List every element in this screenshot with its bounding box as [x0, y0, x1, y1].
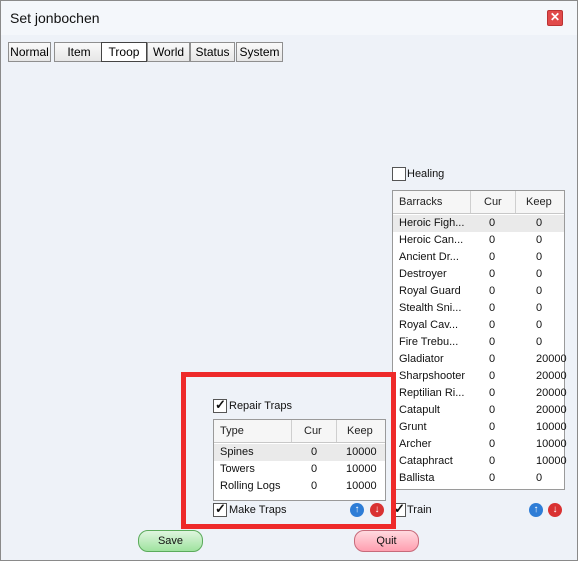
- barracks-row[interactable]: Sharpshooter 0 20000: [393, 368, 567, 385]
- barracks-name-cell: Gladiator: [399, 353, 444, 365]
- barracks-keep-cell[interactable]: 10000: [536, 419, 567, 436]
- barracks-row[interactable]: Destroyer 0 0: [393, 266, 564, 283]
- barracks-keep-cell[interactable]: 0: [536, 283, 542, 300]
- barracks-name-cell: Reptilian Ri...: [399, 387, 465, 399]
- barracks-keep-cell[interactable]: 0: [536, 317, 542, 334]
- healing-label: Healing: [407, 168, 445, 180]
- barracks-column-header: Barracks: [399, 196, 443, 208]
- barracks-table: Barracks Cur Keep Heroic Figh... 0 0 Heroic…: [392, 190, 567, 490]
- barracks-cur-cell: 0: [489, 234, 496, 246]
- barracks-keep-cell[interactable]: 0: [536, 215, 542, 232]
- barracks-name-cell: Royal Cav...: [399, 319, 459, 331]
- column-divider: [515, 191, 516, 213]
- barracks-name-cell: Royal Guard: [399, 285, 461, 297]
- barracks-row[interactable]: Ancient Dr... 0 0: [393, 249, 564, 266]
- barracks-name-cell: Destroyer: [399, 268, 447, 280]
- barracks-keep-cell[interactable]: 0: [536, 232, 542, 249]
- barracks-cur-cell: 0: [489, 268, 496, 280]
- barracks-cur-cell: 0: [489, 251, 496, 263]
- tab-system[interactable]: System: [236, 42, 283, 62]
- barracks-keep-cell[interactable]: 20000: [536, 368, 567, 385]
- barracks-row[interactable]: Reptilian Ri... 0 20000: [393, 385, 567, 402]
- tab-item[interactable]: Item: [54, 42, 104, 62]
- barracks-row[interactable]: Ballista 0 0: [393, 470, 564, 487]
- quit-button[interactable]: Quit: [354, 530, 419, 552]
- close-icon[interactable]: ✕: [547, 10, 563, 26]
- move-down-icon[interactable]: ↓: [548, 503, 562, 517]
- barracks-name-cell: Heroic Figh...: [399, 217, 465, 229]
- barracks-row[interactable]: Archer 0 10000: [393, 436, 567, 453]
- barracks-row[interactable]: Gladiator 0 20000: [393, 351, 567, 368]
- tab-normal[interactable]: Normal: [8, 42, 51, 62]
- barracks-cur-cell: 0: [489, 336, 496, 348]
- barracks-row[interactable]: Catapult 0 20000: [393, 402, 567, 419]
- barracks-name-cell: Cataphract: [399, 455, 453, 467]
- barracks-keep-cell[interactable]: 0: [536, 300, 542, 317]
- tab-world[interactable]: World: [147, 42, 190, 62]
- highlight-box: [181, 372, 396, 529]
- barracks-keep-cell[interactable]: 20000: [536, 351, 567, 368]
- barracks-cur-cell: 0: [489, 302, 496, 314]
- barracks-keep-cell[interactable]: 20000: [536, 385, 567, 402]
- tab-troop[interactable]: Troop: [101, 42, 147, 62]
- barracks-cur-cell: 0: [489, 285, 496, 297]
- barracks-keep-cell[interactable]: 10000: [536, 453, 567, 470]
- barracks-row[interactable]: Cataphract 0 10000: [393, 453, 567, 470]
- barracks-cur-cell: 0: [489, 353, 496, 365]
- barracks-row[interactable]: Heroic Can... 0 0: [393, 232, 564, 249]
- barracks-name-cell: Sharpshooter: [399, 370, 466, 382]
- barracks-row[interactable]: Heroic Figh... 0 0: [393, 215, 564, 232]
- barracks-name-cell: Ancient Dr...: [399, 251, 459, 263]
- barracks-keep-cell[interactable]: 10000: [536, 436, 567, 453]
- barracks-cur-cell: 0: [489, 404, 496, 416]
- barracks-cur-cell: 0: [489, 319, 496, 331]
- cur-column-header: Cur: [484, 196, 502, 208]
- barracks-row[interactable]: Grunt 0 10000: [393, 419, 567, 436]
- keep-column-header: Keep: [526, 196, 552, 208]
- barracks-keep-cell[interactable]: 20000: [536, 402, 567, 419]
- barracks-name-cell: Stealth Sni...: [399, 302, 462, 314]
- barracks-name-cell: Heroic Can...: [399, 234, 464, 246]
- barracks-row[interactable]: Stealth Sni... 0 0: [393, 300, 564, 317]
- barracks-name-cell: Fire Trebu...: [399, 336, 459, 348]
- move-up-icon[interactable]: ↑: [529, 503, 543, 517]
- barracks-row[interactable]: Fire Trebu... 0 0: [393, 334, 564, 351]
- window-title: Set jonbochen: [10, 10, 100, 26]
- barracks-cur-cell: 0: [489, 438, 496, 450]
- barracks-keep-cell[interactable]: 0: [536, 334, 542, 351]
- barracks-name-cell: Archer: [399, 438, 432, 450]
- barracks-name-cell: Ballista: [399, 472, 435, 484]
- barracks-row[interactable]: Royal Cav... 0 0: [393, 317, 564, 334]
- barracks-keep-cell[interactable]: 0: [536, 470, 542, 487]
- barracks-cur-cell: 0: [489, 370, 496, 382]
- barracks-keep-cell[interactable]: 0: [536, 266, 542, 283]
- barracks-name-cell: Catapult: [399, 404, 440, 416]
- train-label: Train: [407, 504, 432, 516]
- title-bar: Set jonbochen ✕: [1, 1, 577, 35]
- save-button[interactable]: Save: [138, 530, 203, 552]
- barracks-cur-cell: 0: [489, 455, 496, 467]
- tab-status[interactable]: Status: [190, 42, 235, 62]
- healing-checkbox[interactable]: [392, 167, 406, 181]
- barracks-name-cell: Grunt: [399, 421, 427, 433]
- barracks-row[interactable]: Royal Guard 0 0: [393, 283, 564, 300]
- barracks-keep-cell[interactable]: 0: [536, 249, 542, 266]
- barracks-cur-cell: 0: [489, 387, 496, 399]
- barracks-cur-cell: 0: [489, 472, 496, 484]
- settings-window: Set jonbochen ✕ Normal Item Troop World …: [0, 0, 578, 561]
- barracks-cur-cell: 0: [489, 421, 496, 433]
- column-divider: [470, 191, 471, 213]
- barracks-table-header: Barracks Cur Keep: [393, 191, 564, 214]
- barracks-cur-cell: 0: [489, 217, 496, 229]
